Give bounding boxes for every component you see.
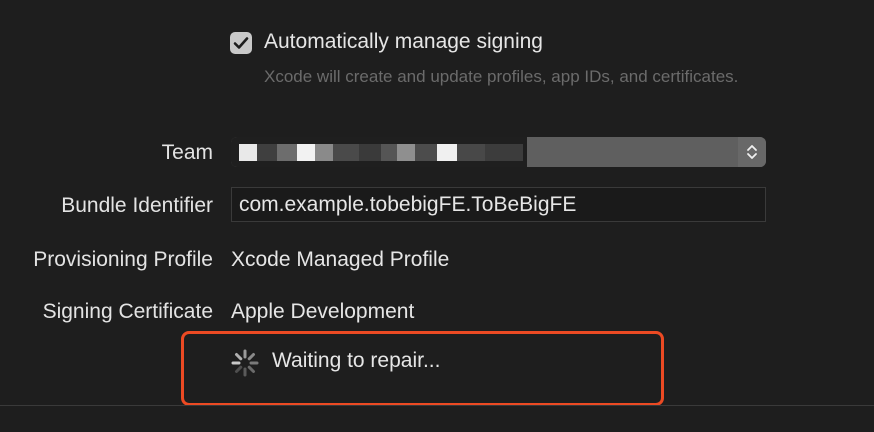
team-label: Team xyxy=(161,141,213,164)
checkmark-icon xyxy=(233,37,249,49)
signing-certificate-value: Apple Development xyxy=(231,300,415,323)
team-popup-button[interactable] xyxy=(231,137,766,167)
provisioning-profile-value: Xcode Managed Profile xyxy=(231,248,450,271)
auto-manage-signing-checkbox[interactable] xyxy=(230,32,252,54)
status-text: Waiting to repair... xyxy=(272,349,441,372)
signing-certificate-label: Signing Certificate xyxy=(42,300,213,323)
signing-panel: Automatically manage signing Xcode will … xyxy=(0,0,874,432)
bottom-divider xyxy=(0,405,874,406)
redacted-team-name xyxy=(231,137,527,167)
bundle-identifier-label: Bundle Identifier xyxy=(61,194,213,217)
bundle-identifier-field[interactable]: com.example.tobebigFE.ToBeBigFE xyxy=(231,187,766,222)
provisioning-profile-label: Provisioning Profile xyxy=(33,248,213,271)
auto-manage-signing-description: Xcode will create and update profiles, a… xyxy=(264,67,739,86)
spinner-icon xyxy=(231,349,259,377)
chevron-updown-icon xyxy=(738,137,766,167)
auto-manage-signing-label[interactable]: Automatically manage signing xyxy=(264,30,543,54)
